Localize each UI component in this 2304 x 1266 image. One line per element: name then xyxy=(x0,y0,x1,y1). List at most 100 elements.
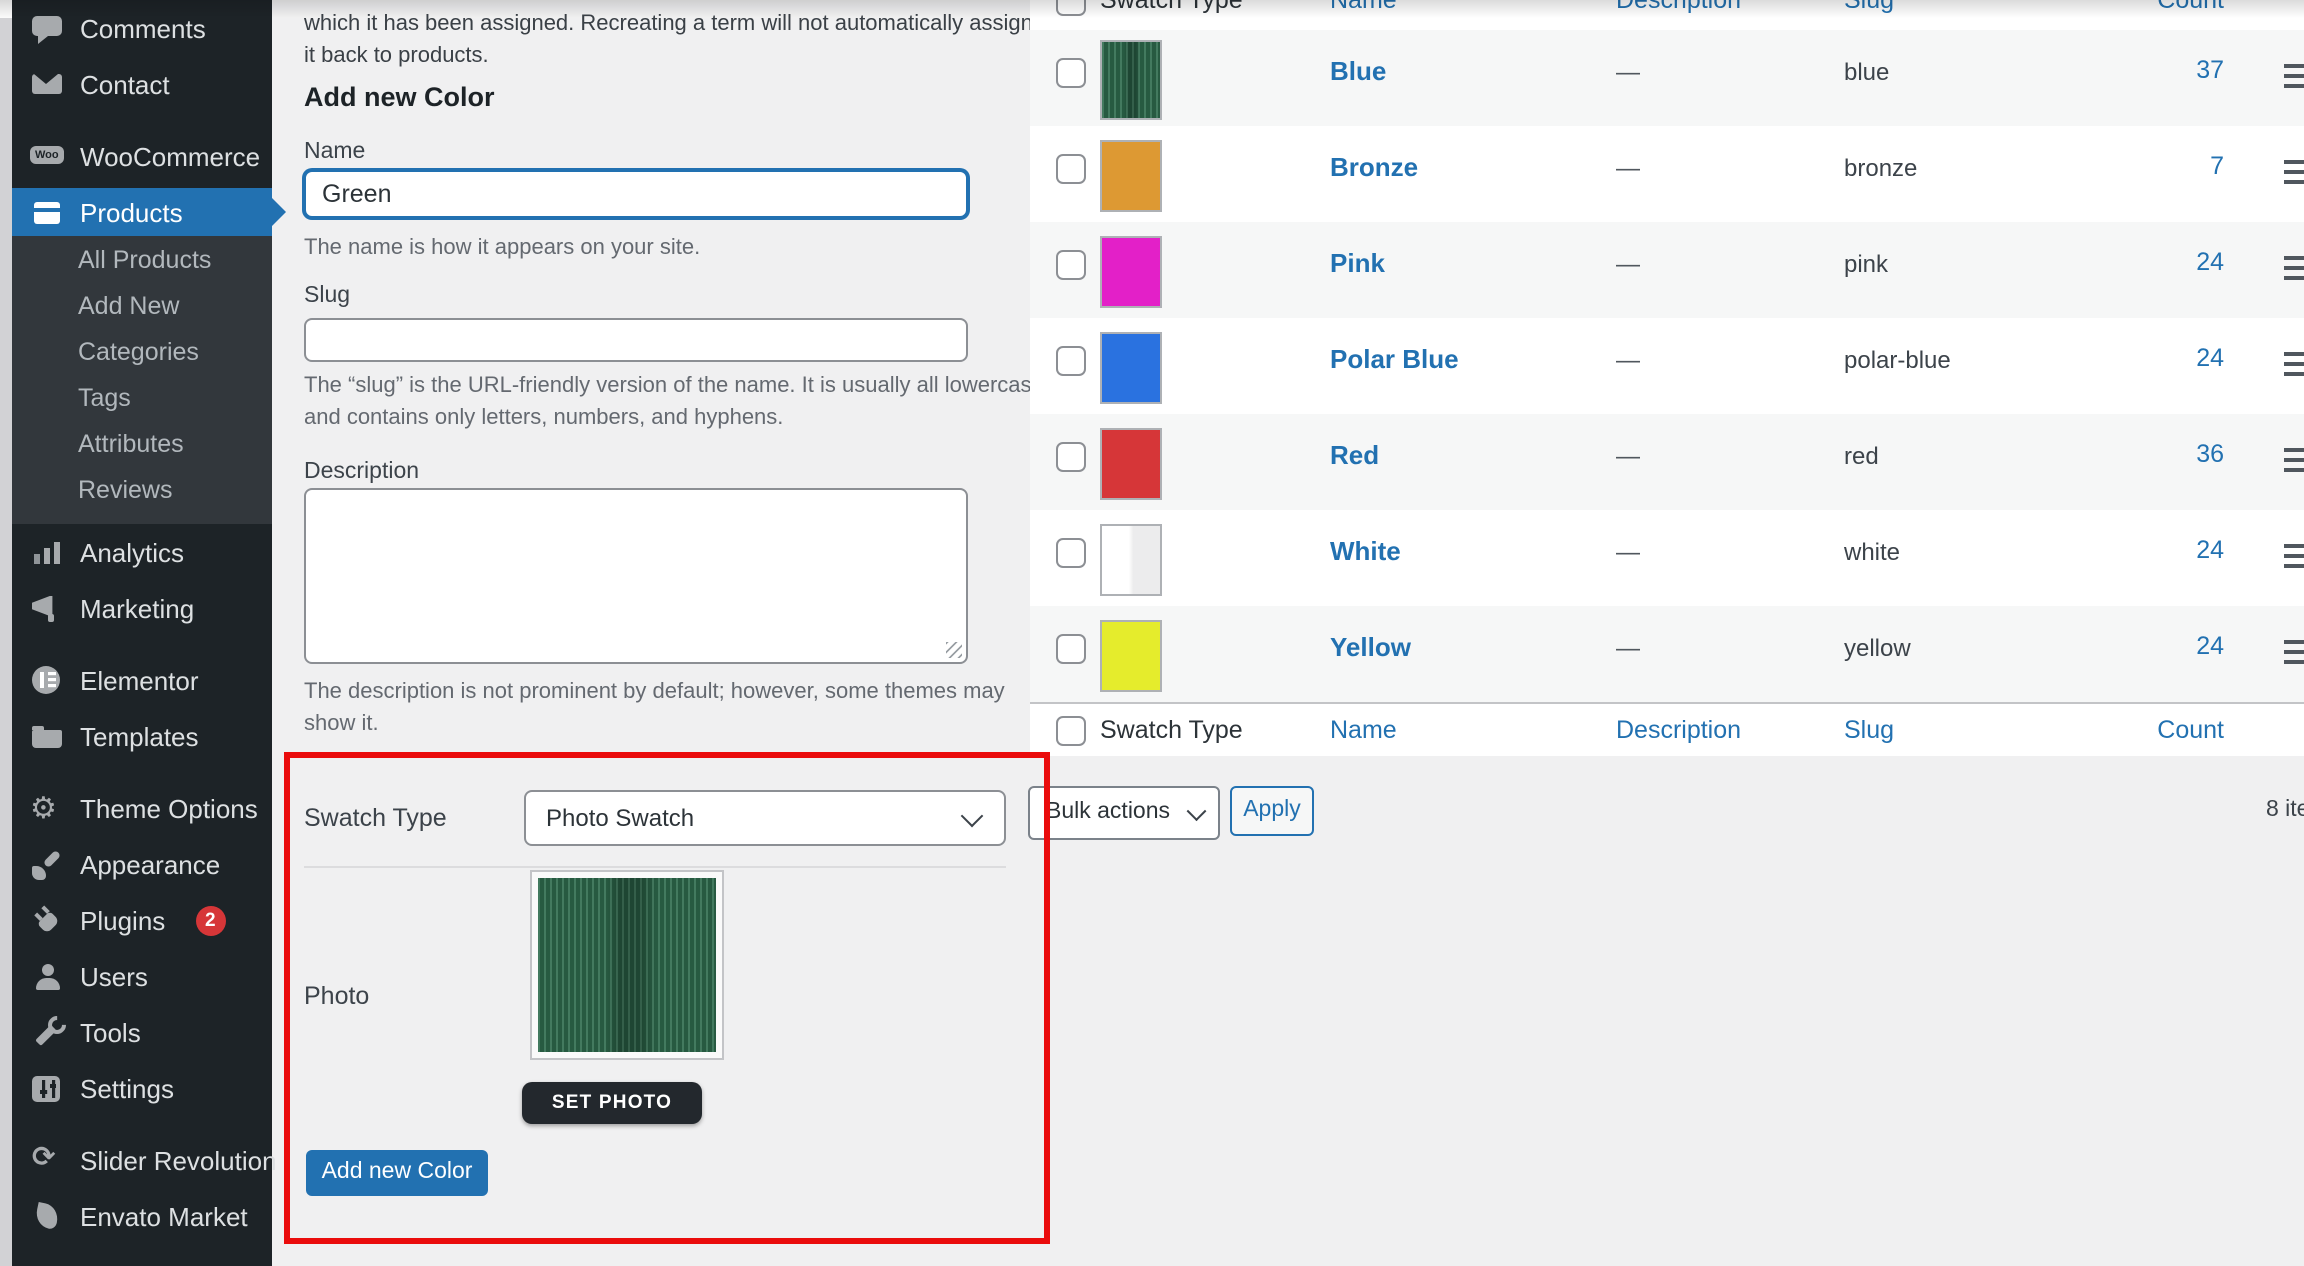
menu-separator xyxy=(12,112,272,128)
column-header-count[interactable]: Count xyxy=(2030,716,2224,744)
slug-input[interactable] xyxy=(304,318,968,362)
row-menu-icon[interactable] xyxy=(2284,448,2304,472)
sidebar-item-templates[interactable]: Templates xyxy=(12,708,272,764)
sidebar-item-label: Elementor xyxy=(80,665,199,695)
row-count-link[interactable]: 24 xyxy=(2030,344,2224,372)
sidebar-subitem-reviews[interactable]: Reviews xyxy=(12,466,272,512)
sidebar-item-comments[interactable]: Comments xyxy=(12,0,272,56)
column-header-name[interactable]: Name xyxy=(1330,0,1397,14)
row-slug: red xyxy=(1844,442,1879,470)
name-input[interactable] xyxy=(304,170,968,218)
column-header-description[interactable]: Description xyxy=(1616,0,1741,14)
row-name-link[interactable]: Pink xyxy=(1330,248,1385,278)
row-count-link[interactable]: 24 xyxy=(2030,248,2224,276)
swatch-bronze xyxy=(1100,140,1162,212)
row-name-link[interactable]: Blue xyxy=(1330,56,1386,86)
sidebar-item-appearance[interactable]: Appearance xyxy=(12,836,272,892)
row-description: — xyxy=(1616,634,1640,662)
sidebar-item-users[interactable]: Users xyxy=(12,948,272,1004)
photo-frame xyxy=(530,870,724,1060)
row-checkbox[interactable] xyxy=(1056,634,1086,664)
swatch-type-select[interactable]: Photo Swatch xyxy=(524,790,1006,846)
row-count-link[interactable]: 7 xyxy=(2030,152,2224,180)
woocommerce-icon xyxy=(30,139,64,173)
content-area: which it has been assigned. Recreating a… xyxy=(272,0,2304,1266)
row-name-link[interactable]: White xyxy=(1330,536,1401,566)
row-checkbox[interactable] xyxy=(1056,250,1086,280)
description-textarea[interactable] xyxy=(304,488,968,664)
row-menu-icon[interactable] xyxy=(2284,544,2304,568)
row-slug: polar-blue xyxy=(1844,346,1951,374)
row-count-link[interactable]: 37 xyxy=(2030,56,2224,84)
sidebar-item-settings[interactable]: Settings xyxy=(12,1060,272,1116)
resize-grip-icon[interactable] xyxy=(946,642,962,658)
menu-separator xyxy=(12,1116,272,1132)
table-row: Yellow—yellow24 xyxy=(1030,606,2304,702)
select-all-checkbox[interactable] xyxy=(1056,0,1086,16)
table-row: Polar Blue—polar-blue24 xyxy=(1030,318,2304,414)
column-header-slug[interactable]: Slug xyxy=(1844,716,1894,744)
column-header-name[interactable]: Name xyxy=(1330,716,1397,744)
sidebar-item-contact[interactable]: Contact xyxy=(12,56,272,112)
name-help: The name is how it appears on your site. xyxy=(304,232,1048,264)
table-row: Red—red36 xyxy=(1030,414,2304,510)
swatch-blue xyxy=(1100,40,1162,120)
column-header-description[interactable]: Description xyxy=(1616,716,1741,744)
row-count-link[interactable]: 36 xyxy=(2030,440,2224,468)
row-name-link[interactable]: Bronze xyxy=(1330,152,1418,182)
envelope-icon xyxy=(30,67,64,101)
menu-separator xyxy=(12,764,272,780)
sidebar-item-marketing[interactable]: Marketing xyxy=(12,580,272,636)
set-photo-button[interactable]: SET PHOTO xyxy=(522,1082,702,1124)
slug-help: The “slug” is the URL-friendly version o… xyxy=(304,370,1048,434)
row-description: — xyxy=(1616,154,1640,182)
sidebar-subitem-all-products[interactable]: All Products xyxy=(12,236,272,282)
sidebar-subitem-add-new[interactable]: Add New xyxy=(12,282,272,328)
row-count-link[interactable]: 24 xyxy=(2030,536,2224,564)
sidebar-subitem-categories[interactable]: Categories xyxy=(12,328,272,374)
row-menu-icon[interactable] xyxy=(2284,64,2304,88)
sidebar-item-analytics[interactable]: Analytics xyxy=(12,524,272,580)
row-checkbox[interactable] xyxy=(1056,346,1086,376)
swatch-type-value: Photo Swatch xyxy=(526,792,1004,844)
sidebar-subitem-attributes[interactable]: Attributes xyxy=(12,420,272,466)
row-checkbox[interactable] xyxy=(1056,58,1086,88)
swatch-red xyxy=(1100,428,1162,500)
name-label: Name xyxy=(304,140,365,164)
row-description: — xyxy=(1616,58,1640,86)
sidebar-item-theme-options[interactable]: Theme Options xyxy=(12,780,272,836)
row-menu-icon[interactable] xyxy=(2284,352,2304,376)
row-name-link[interactable]: Polar Blue xyxy=(1330,344,1459,374)
sidebar-item-elementor[interactable]: Elementor xyxy=(12,652,272,708)
sidebar-item-label: Appearance xyxy=(80,849,220,879)
row-checkbox[interactable] xyxy=(1056,442,1086,472)
table-row: Pink—pink24 xyxy=(1030,222,2304,318)
column-header-slug[interactable]: Slug xyxy=(1844,0,1894,14)
sidebar-item-slider-revolution[interactable]: Slider Revolution xyxy=(12,1132,272,1188)
row-menu-icon[interactable] xyxy=(2284,160,2304,184)
row-name-link[interactable]: Yellow xyxy=(1330,632,1411,662)
swatch-polar-blue xyxy=(1100,332,1162,404)
row-count-link[interactable]: 24 xyxy=(2030,632,2224,660)
column-header-count[interactable]: Count xyxy=(2030,0,2224,14)
sidebar-item-label: Users xyxy=(80,961,148,991)
row-menu-icon[interactable] xyxy=(2284,256,2304,280)
sidebar-item-products[interactable]: Products xyxy=(12,188,272,236)
row-checkbox[interactable] xyxy=(1056,154,1086,184)
sidebar-item-plugins[interactable]: Plugins2 xyxy=(12,892,272,948)
sidebar-subitem-tags[interactable]: Tags xyxy=(12,374,272,420)
select-all-checkbox[interactable] xyxy=(1056,716,1086,746)
row-checkbox[interactable] xyxy=(1056,538,1086,568)
sidebar-item-label: Templates xyxy=(80,721,199,751)
bulk-actions-select[interactable]: Bulk actions xyxy=(1028,786,1220,840)
sidebar-item-envato-market[interactable]: Envato Market xyxy=(12,1188,272,1244)
row-name-link[interactable]: Red xyxy=(1330,440,1379,470)
megaphone-icon xyxy=(30,591,64,625)
row-slug: bronze xyxy=(1844,154,1917,182)
menu-separator xyxy=(12,636,272,652)
sidebar-item-woocommerce[interactable]: WooCommerce xyxy=(12,128,272,184)
add-new-color-button[interactable]: Add new Color xyxy=(306,1150,488,1196)
row-menu-icon[interactable] xyxy=(2284,640,2304,664)
apply-button[interactable]: Apply xyxy=(1230,786,1314,836)
sidebar-item-tools[interactable]: Tools xyxy=(12,1004,272,1060)
